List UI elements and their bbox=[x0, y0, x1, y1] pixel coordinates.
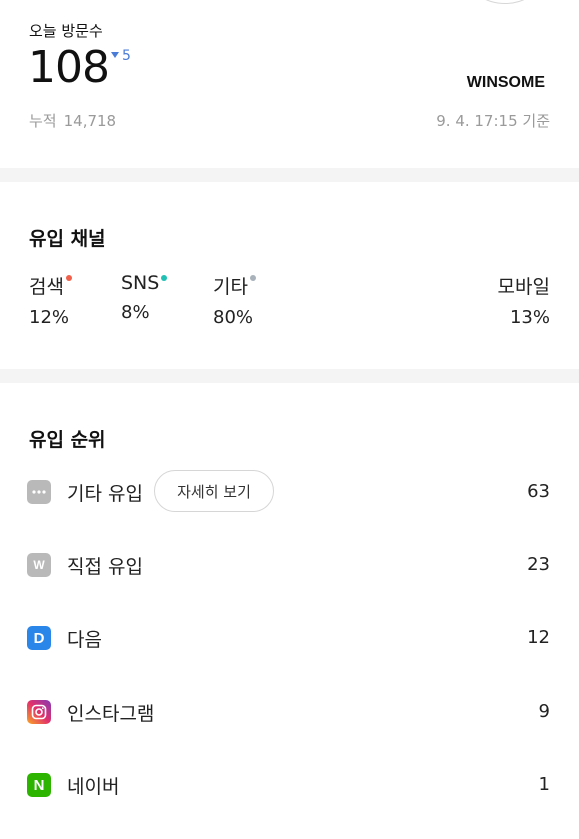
rank-count: 1 bbox=[538, 774, 550, 795]
decrease-arrow-icon bbox=[111, 52, 119, 58]
channel-sns: SNS 8% bbox=[121, 272, 168, 332]
rank-row-instagram[interactable]: 인스타그램 9 bbox=[0, 690, 579, 734]
rank-row-direct[interactable]: W 직접 유입 23 bbox=[0, 543, 579, 587]
visitor-delta: 5 bbox=[111, 48, 131, 64]
blog-name[interactable]: WINSOME bbox=[467, 74, 545, 92]
today-visitors-label: 오늘 방문수 bbox=[29, 22, 103, 40]
channel-search: 검색 12% bbox=[29, 272, 72, 332]
rank-count: 23 bbox=[527, 554, 550, 575]
detail-view-button[interactable]: 자세히 보기 bbox=[154, 470, 274, 512]
channel-mobile-label: 모바일 bbox=[497, 276, 550, 298]
rank-row-naver[interactable]: N 네이버 1 bbox=[0, 763, 579, 807]
channel-sns-label: SNS bbox=[121, 272, 160, 294]
section-divider bbox=[0, 369, 579, 383]
visitor-delta-value: 5 bbox=[122, 48, 131, 64]
cumulative-value: 14,718 bbox=[63, 112, 117, 130]
rank-count: 9 bbox=[538, 701, 550, 722]
today-visitors-count: 108 bbox=[28, 42, 110, 93]
channel-other: 기타 80% bbox=[213, 272, 256, 332]
section-divider bbox=[0, 168, 579, 182]
channel-mobile-percent: 13% bbox=[509, 307, 550, 328]
rank-label: 다음 bbox=[67, 629, 102, 651]
naver-n-icon: N bbox=[27, 773, 51, 797]
direct-w-icon: W bbox=[27, 553, 51, 577]
visitor-summary: 오늘 방문수 108 5 WINSOME 누적 14,718 9. 4. 17:1… bbox=[0, 0, 579, 168]
ranking-title: 유입 순위 bbox=[29, 429, 106, 451]
rank-row-other[interactable]: 기타 유입 자세히 보기 63 bbox=[0, 470, 579, 514]
daum-d-icon: D bbox=[27, 626, 51, 650]
cumulative-label: 누적 bbox=[29, 112, 57, 130]
channel-sns-percent: 8% bbox=[121, 302, 150, 323]
rank-row-daum[interactable]: D 다음 12 bbox=[0, 616, 579, 660]
rank-label: 직접 유입 bbox=[67, 556, 143, 578]
other-dot-icon bbox=[249, 275, 256, 281]
search-dot-icon bbox=[65, 275, 72, 281]
rank-count: 12 bbox=[527, 627, 550, 648]
rank-label: 기타 유입 bbox=[67, 483, 143, 505]
channel-other-label: 기타 bbox=[213, 276, 248, 298]
channel-search-percent: 12% bbox=[29, 307, 70, 328]
sns-dot-icon bbox=[161, 275, 168, 281]
cumulative-visitors: 누적 14,718 bbox=[29, 110, 116, 131]
instagram-icon bbox=[27, 700, 51, 724]
channel-search-label: 검색 bbox=[29, 276, 64, 298]
channels-title: 유입 채널 bbox=[29, 228, 106, 250]
rank-count: 63 bbox=[527, 481, 550, 502]
channel-other-percent: 80% bbox=[213, 307, 254, 328]
rank-label: 인스타그램 bbox=[67, 703, 155, 725]
basis-time: 9. 4. 17:15 기준 bbox=[436, 112, 550, 130]
channel-mobile: 모바일 13% bbox=[498, 272, 550, 332]
blog-stats-page: 오늘 방문수 108 5 WINSOME 누적 14,718 9. 4. 17:1… bbox=[0, 0, 579, 839]
rank-label: 네이버 bbox=[67, 776, 120, 798]
more-dots-icon bbox=[27, 480, 51, 504]
